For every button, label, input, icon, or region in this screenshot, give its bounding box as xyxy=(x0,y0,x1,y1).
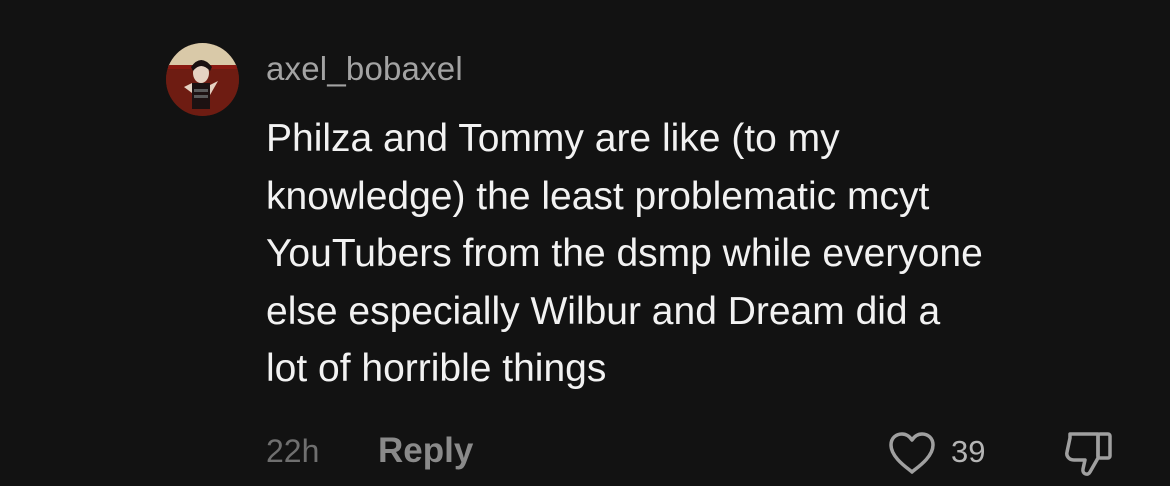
reply-button[interactable]: Reply xyxy=(378,431,473,471)
avatar-image xyxy=(166,43,239,116)
like-count: 39 xyxy=(951,434,986,469)
dislike-button[interactable] xyxy=(1062,428,1116,480)
comment-text-line: knowledge) the least problematic mcyt xyxy=(266,174,930,218)
comment-text-line: else especially Wilbur and Dream did a xyxy=(266,289,941,333)
timestamp: 22h xyxy=(266,433,320,469)
like-button[interactable] xyxy=(887,430,937,476)
comment: axel_bobaxel Philza and Tommy are like (… xyxy=(0,0,1170,486)
username[interactable]: axel_bobaxel xyxy=(266,50,463,88)
thumbs-down-icon xyxy=(1065,432,1112,476)
avatar[interactable] xyxy=(166,43,239,116)
comment-text-line: YouTubers from the dsmp while everyone xyxy=(266,232,983,275)
heart-icon xyxy=(889,432,935,474)
comment-text-line: lot of horrible things xyxy=(266,347,607,390)
comment-text-line: Philza and Tommy are like (to my xyxy=(266,117,840,160)
comment-text: Philza and Tommy are like (to my knowled… xyxy=(266,110,1156,398)
